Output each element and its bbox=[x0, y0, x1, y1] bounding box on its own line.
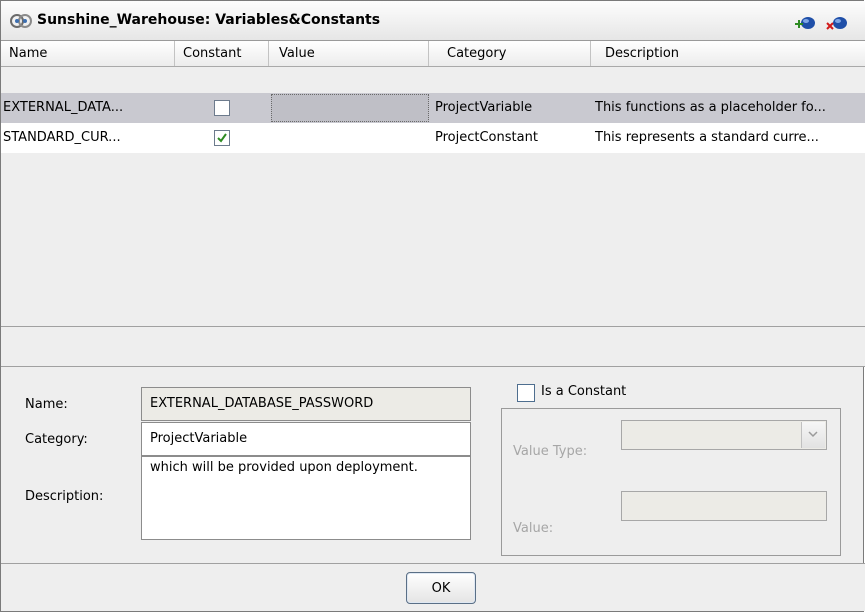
dialog-footer: OK bbox=[1, 563, 865, 611]
value-type-label: Value Type: bbox=[513, 444, 588, 459]
column-header-description[interactable]: Description bbox=[591, 41, 865, 66]
is-constant-checkbox[interactable] bbox=[517, 384, 535, 402]
is-constant-label: Is a Constant bbox=[541, 384, 627, 399]
separator-band bbox=[1, 327, 865, 367]
constant-checkbox[interactable] bbox=[214, 100, 230, 116]
add-icon bbox=[795, 17, 815, 29]
column-header-name[interactable]: Name bbox=[1, 41, 175, 66]
column-header-value[interactable]: Value bbox=[269, 41, 429, 66]
cell-category: ProjectConstant bbox=[435, 130, 538, 145]
window-title: Sunshine_Warehouse: Variables&Constants bbox=[37, 12, 381, 28]
ok-button[interactable]: OK bbox=[406, 572, 476, 604]
table-row[interactable]: EXTERNAL_DATA... ProjectVariable This fu… bbox=[1, 93, 865, 123]
value-input[interactable] bbox=[621, 491, 827, 521]
table-header: Name Constant Value Category Description bbox=[1, 41, 865, 67]
description-textarea[interactable]: which will be provided upon deployment. bbox=[141, 456, 471, 540]
title-bar: Sunshine_Warehouse: Variables&Constants bbox=[1, 1, 865, 41]
checkmark-icon bbox=[217, 133, 227, 143]
table-row[interactable]: STANDARD_CUR... ProjectConstant This rep… bbox=[1, 123, 865, 153]
variables-table: Name Constant Value Category Description… bbox=[1, 41, 865, 327]
remove-variable-button[interactable] bbox=[825, 11, 849, 33]
variables-constants-dialog: Sunshine_Warehouse: Variables&Constants … bbox=[0, 0, 865, 612]
variables-icon bbox=[10, 14, 32, 28]
chevron-down-icon bbox=[808, 431, 818, 438]
column-header-category[interactable]: Category bbox=[429, 41, 591, 66]
column-header-constant[interactable]: Constant bbox=[175, 41, 269, 66]
variable-detail-form: Name: EXTERNAL_DATABASE_PASSWORD Categor… bbox=[1, 367, 865, 563]
name-field[interactable]: EXTERNAL_DATABASE_PASSWORD bbox=[141, 387, 471, 421]
cell-description: This functions as a placeholder fo... bbox=[595, 100, 826, 115]
cell-name: STANDARD_CUR... bbox=[3, 130, 121, 145]
add-variable-button[interactable] bbox=[793, 11, 817, 33]
description-label: Description: bbox=[25, 489, 104, 504]
cell-name: EXTERNAL_DATA... bbox=[3, 100, 124, 115]
category-label: Category: bbox=[25, 432, 88, 447]
value-type-select[interactable] bbox=[621, 420, 827, 450]
cell-value[interactable] bbox=[271, 94, 429, 122]
name-label: Name: bbox=[25, 397, 68, 412]
category-field[interactable]: ProjectVariable bbox=[141, 422, 471, 456]
value-label: Value: bbox=[513, 521, 554, 536]
value-type-dropdown-button[interactable] bbox=[801, 422, 825, 448]
cell-category: ProjectVariable bbox=[435, 100, 533, 115]
constant-checkbox[interactable] bbox=[214, 130, 230, 146]
remove-icon bbox=[826, 17, 847, 30]
cell-description: This represents a standard curre... bbox=[595, 130, 819, 145]
